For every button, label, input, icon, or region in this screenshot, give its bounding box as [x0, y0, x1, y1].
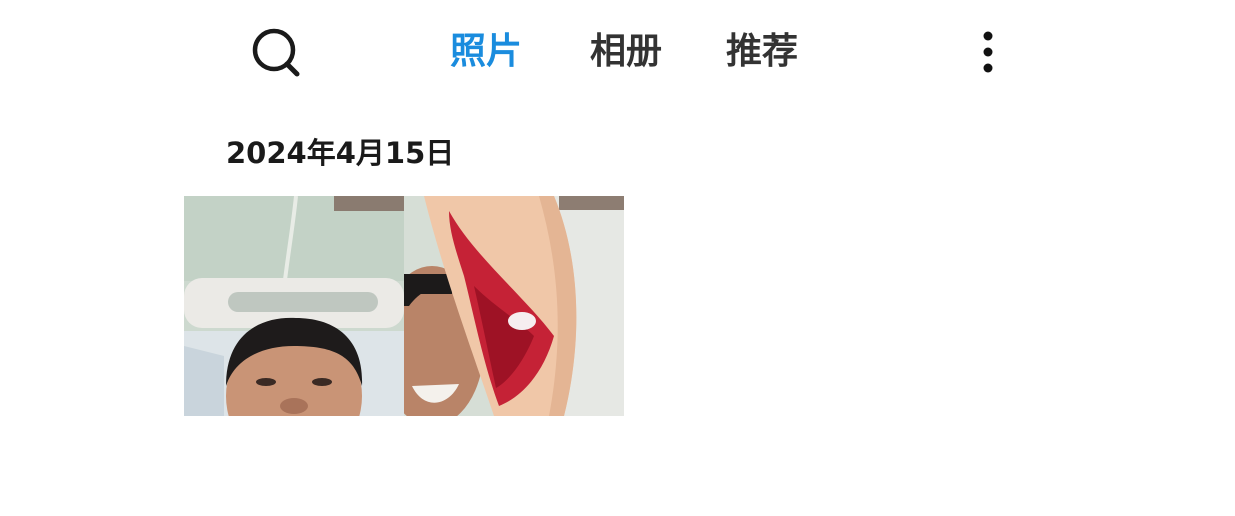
photos-page: 照片 相册 推荐 2024年4月15日 [0, 0, 1235, 516]
photo-thumbnail[interactable] [184, 196, 404, 416]
tab-albums[interactable]: 相册 [590, 28, 662, 76]
search-icon [252, 28, 300, 77]
search-button[interactable] [248, 26, 304, 82]
tab-recommend[interactable]: 推荐 [726, 28, 798, 76]
more-vertical-icon [983, 31, 993, 73]
date-header: 2024年4月15日 [226, 136, 455, 170]
photo-thumbnail[interactable] [404, 196, 624, 416]
photo-image [184, 196, 404, 416]
photo-image [404, 196, 624, 416]
tab-photos[interactable]: 照片 [450, 28, 522, 76]
more-options-button[interactable] [976, 28, 1000, 76]
